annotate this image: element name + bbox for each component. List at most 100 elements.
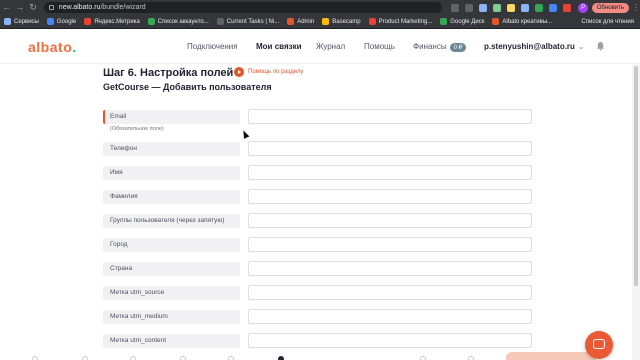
extensions-bar	[448, 3, 574, 12]
step-dot-current[interactable]	[278, 356, 284, 360]
bookmark-label: Google	[56, 18, 77, 25]
field-label: Группы пользователя (через запятую)	[103, 214, 240, 228]
step-dot[interactable]	[228, 356, 234, 360]
extension-icon[interactable]	[549, 3, 558, 12]
extension-icon[interactable]	[535, 3, 544, 12]
bookmark-favicon-icon	[216, 18, 224, 25]
field-label: Фамилия	[103, 190, 240, 204]
lock-icon	[48, 5, 54, 10]
finance-badge: 0 ₽	[449, 43, 467, 52]
chat-icon	[593, 339, 605, 349]
bookmark-item[interactable]: Current Tasks | Ni...	[216, 18, 280, 25]
wizard-content: Шаг 6. Настройка полей Помощь по разделу…	[0, 64, 632, 360]
bookmark-favicon-icon	[440, 18, 448, 25]
bookmark-label: Current Tasks | Ni...	[226, 18, 280, 25]
step-dot[interactable]	[420, 356, 426, 360]
field-label: Страна	[103, 262, 240, 276]
field-input[interactable]	[248, 165, 532, 180]
help-link[interactable]: Помощь по разделу	[234, 67, 303, 77]
field-label: Метка utm_content	[103, 334, 240, 348]
albato-logo[interactable]: albato.	[28, 39, 77, 55]
bookmark-item[interactable]: Admin	[287, 18, 314, 25]
browser-toolbar: ← → ↻ new.albato.ru/bundle/wizard P Обно…	[0, 0, 640, 15]
bookmark-item[interactable]: Яндекс.Метрика	[84, 18, 140, 25]
field-input[interactable]	[248, 213, 532, 228]
menu-icon[interactable]: ⋮	[632, 3, 640, 12]
field-input[interactable]	[248, 109, 532, 124]
field-input[interactable]	[248, 189, 532, 204]
bookmark-label: Albato креативы...	[502, 18, 553, 25]
play-icon	[234, 67, 244, 77]
nav-bundles[interactable]: Мои связки	[256, 42, 302, 51]
bookmark-label: Яндекс.Метрика	[94, 18, 140, 25]
chat-button[interactable]	[585, 331, 613, 359]
forward-icon[interactable]: →	[13, 0, 26, 15]
bookmark-item[interactable]: Список аккаунто...	[147, 18, 209, 25]
bookmark-favicon-icon	[287, 18, 295, 25]
chevron-down-icon: ⌄	[577, 42, 585, 51]
bookmark-label: Product Marketing...	[378, 18, 433, 25]
step-dot[interactable]	[180, 356, 186, 360]
bookmark-favicon-icon	[147, 18, 155, 25]
scrollbar-thumb[interactable]	[634, 66, 638, 286]
bookmark-item[interactable]: Google	[46, 18, 77, 25]
next-step-button[interactable]	[506, 352, 596, 360]
bookmark-item[interactable]: Google Диск	[440, 18, 484, 25]
extension-icon[interactable]	[451, 3, 460, 12]
extension-icon[interactable]	[479, 3, 488, 12]
field-label: Email	[103, 110, 240, 124]
bookmarks-bar: Сервисы Google Яндекс.Метрика Список аккаун…	[0, 15, 640, 29]
address-url: new.albato.ru/bundle/wizard	[58, 4, 146, 11]
field-label: Метка utm_source	[103, 286, 240, 300]
bookmark-label: Список аккаунто...	[157, 18, 209, 25]
profile-avatar[interactable]: P	[578, 2, 588, 13]
step-dot[interactable]	[82, 356, 88, 360]
bookmark-item[interactable]: Product Marketing...	[368, 18, 433, 25]
bookmark-item[interactable]: Сервисы	[4, 18, 39, 25]
step-title: Шаг 6. Настройка полей	[103, 67, 234, 79]
bookmark-label: Сервисы	[14, 18, 39, 25]
bell-icon[interactable]	[596, 41, 605, 51]
nav-finance[interactable]: Финансы 0 ₽	[413, 42, 467, 52]
bookmark-favicon-icon	[368, 18, 376, 25]
reading-list[interactable]: Список для чтения	[581, 15, 634, 29]
extension-icon[interactable]	[521, 3, 530, 12]
user-menu[interactable]: p.stenyushin@albato.ru ⌄	[484, 42, 585, 51]
update-button[interactable]: Обновить	[591, 2, 629, 13]
bookmark-label: Google Диск	[450, 18, 485, 25]
field-input[interactable]	[248, 261, 532, 276]
nav-help[interactable]: Помощь	[364, 42, 395, 51]
step-dot[interactable]	[32, 356, 38, 360]
step-dot[interactable]	[130, 356, 136, 360]
back-icon[interactable]: ←	[0, 0, 13, 15]
extension-icon[interactable]	[493, 3, 502, 12]
bookmark-item[interactable]: Basecamp	[322, 18, 361, 25]
nav-journal[interactable]: Журнал	[316, 42, 345, 51]
bookmark-favicon-icon	[322, 18, 330, 25]
page-scrollbar[interactable]	[632, 64, 640, 360]
reload-icon[interactable]: ↻	[27, 0, 40, 15]
address-bar[interactable]: new.albato.ru/bundle/wizard	[43, 2, 443, 13]
field-label: Имя	[103, 166, 240, 180]
nav-connections[interactable]: Подключения	[187, 42, 238, 51]
bookmark-favicon-icon	[492, 18, 500, 25]
field-input[interactable]	[248, 237, 532, 252]
bookmark-item[interactable]: Albato креативы...	[492, 18, 552, 25]
field-label: Город	[103, 238, 240, 252]
bookmark-label: Basecamp	[332, 18, 361, 25]
bookmark-label: Admin	[297, 18, 315, 25]
extension-icon[interactable]	[507, 3, 516, 12]
extension-icon[interactable]	[563, 3, 572, 12]
bookmark-favicon-icon	[4, 18, 11, 25]
field-input[interactable]	[248, 333, 532, 348]
bookmark-favicon-icon	[84, 18, 92, 25]
step-dot[interactable]	[468, 356, 474, 360]
bookmark-favicon-icon	[46, 18, 54, 25]
extension-icon[interactable]	[465, 3, 474, 12]
wizard-subtitle: GetCourse — Добавить пользователя	[103, 82, 272, 92]
field-input[interactable]	[248, 285, 532, 300]
app-header: albato. Подключения Мои связки Журнал По…	[0, 29, 640, 64]
field-input[interactable]	[248, 141, 532, 156]
field-label: Метка utm_medium	[103, 310, 240, 324]
field-input[interactable]	[248, 309, 532, 324]
